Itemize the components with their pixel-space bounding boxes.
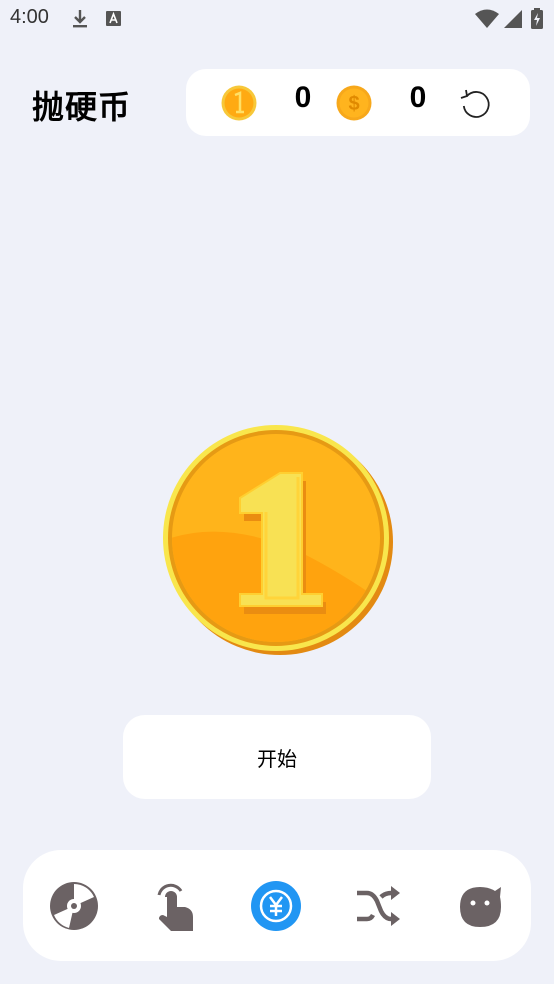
text-a-icon [106, 11, 121, 26]
disc-icon[interactable] [47, 879, 101, 933]
tap-hand-icon[interactable] [147, 879, 201, 933]
bottom-nav [23, 850, 531, 961]
start-button[interactable]: 开始 [123, 715, 431, 799]
scoreboard: 0 $ 0 [186, 69, 530, 136]
signal-icon [504, 10, 522, 28]
coin-one-icon [221, 85, 257, 121]
status-bar: 4:00 [0, 0, 554, 40]
tails-count: 0 [409, 81, 427, 114]
cat-face-icon[interactable] [453, 879, 507, 933]
download-icon [73, 10, 87, 28]
yuan-coin-icon[interactable] [249, 879, 303, 933]
svg-text:$: $ [348, 93, 359, 115]
coin-dollar-icon: $ [336, 85, 372, 121]
shuffle-icon[interactable] [351, 879, 405, 933]
heads-count: 0 [294, 81, 312, 114]
wifi-icon [475, 9, 499, 28]
battery-icon [531, 8, 543, 29]
status-time: 4:00 [10, 6, 49, 28]
coin-display: 1 [163, 425, 393, 655]
page-title: 抛硬币 [32, 88, 132, 126]
refresh-icon[interactable] [458, 86, 494, 122]
